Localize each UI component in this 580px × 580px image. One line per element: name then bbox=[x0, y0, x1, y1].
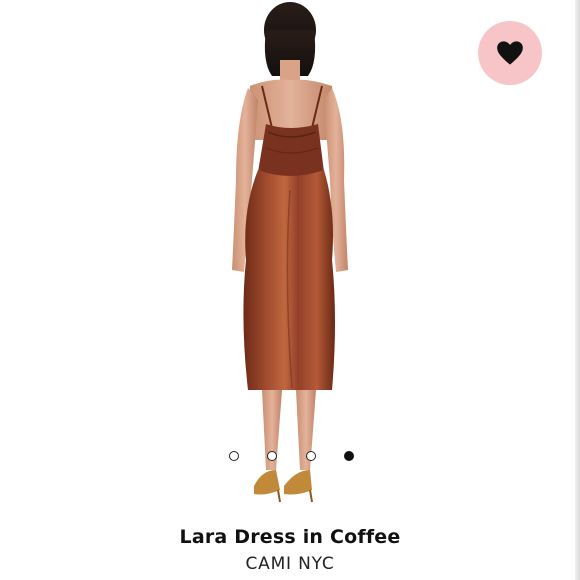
pagination-dot-4-active[interactable] bbox=[343, 451, 354, 461]
product-title: Lara Dress in Coffee bbox=[179, 526, 401, 548]
image-pagination bbox=[229, 449, 354, 463]
favorite-button[interactable] bbox=[478, 21, 542, 85]
scrollbar[interactable] bbox=[575, 0, 580, 580]
heart-icon bbox=[497, 41, 523, 65]
product-brand[interactable]: CAMI NYC bbox=[0, 554, 580, 574]
pagination-dot-2[interactable] bbox=[267, 451, 278, 461]
pagination-dot-3[interactable] bbox=[305, 451, 316, 461]
model-figure bbox=[232, 2, 348, 503]
pagination-dot-1[interactable] bbox=[229, 451, 239, 461]
